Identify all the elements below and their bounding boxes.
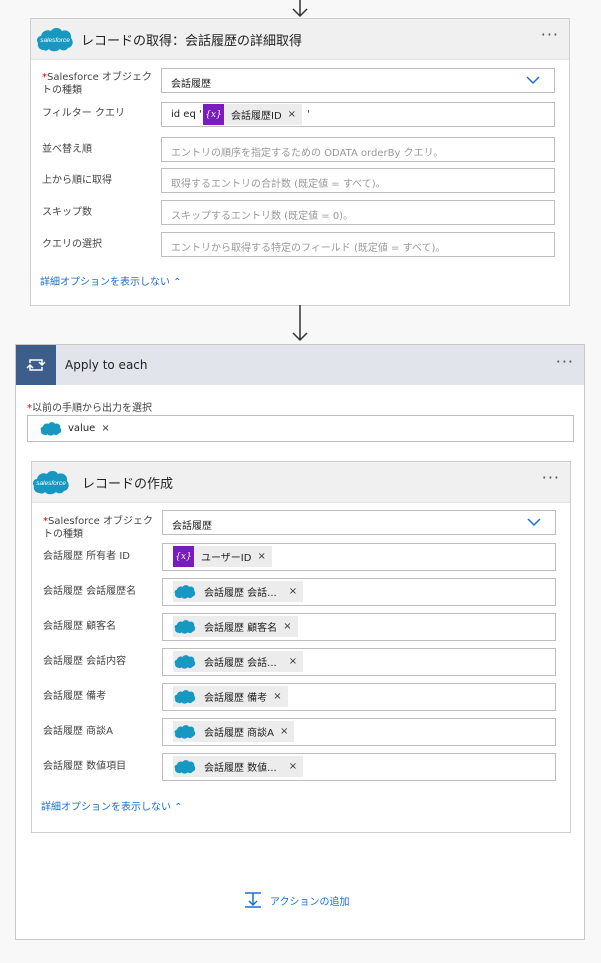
output-select-input[interactable]: value × — [27, 415, 574, 442]
dynamic-content-token[interactable]: {x} ユーザーID × — [173, 546, 272, 567]
loop-icon — [16, 345, 56, 385]
dynamic-content-token[interactable]: 会話履歴 顧客名 × — [173, 616, 298, 637]
apply-to-each-card: Apply to each ··· *以前の手順から出力を選択 value × … — [15, 344, 585, 940]
chevron-down-icon — [526, 76, 540, 85]
get-records-card: salesforce レコードの取得：会話履歴の詳細取得 ··· *Salesf… — [30, 18, 570, 306]
field-label: *以前の手順から出力を選択 — [27, 403, 152, 414]
skip-count-input[interactable]: スキップするエントリ数 (既定値 = 0)。 — [161, 200, 555, 225]
add-action-icon — [245, 892, 261, 908]
order-by-input[interactable]: エントリの順序を指定するための ODATA orderBy クエリ。 — [161, 137, 555, 162]
field-label: 会話履歴 備考 — [43, 691, 107, 702]
remove-token-button[interactable]: × — [277, 761, 303, 772]
variable-icon: {x} — [203, 104, 224, 125]
remove-token-button[interactable]: × — [251, 551, 271, 562]
select-query-input[interactable]: エントリから取得する特定のフィールド (既定値 = すべて)。 — [161, 232, 555, 257]
top-count-input[interactable]: 取得するエントリの合計数 (既定値 = すべて)。 — [161, 168, 555, 193]
create-record-card: salesforce レコードの作成 ··· *Salesforce オブジェク… — [31, 461, 571, 833]
salesforce-icon — [173, 581, 197, 602]
remove-token-button[interactable]: × — [274, 726, 294, 737]
dynamic-content-token[interactable]: 会話履歴 会話... × — [173, 581, 304, 602]
more-options-button[interactable]: ··· — [542, 468, 560, 487]
more-options-button[interactable]: ··· — [556, 352, 574, 371]
dynamic-content-token[interactable]: 会話履歴 商談A × — [173, 721, 295, 742]
hide-advanced-options-link[interactable]: 詳細オプションを表示しない ⌃ — [40, 273, 182, 288]
chevron-down-icon — [527, 518, 541, 527]
more-options-button[interactable]: ··· — [541, 25, 559, 44]
dynamic-content-token[interactable]: 会話履歴 備考 × — [173, 686, 288, 707]
svg-text:salesforce: salesforce — [36, 480, 66, 487]
salesforce-icon — [39, 418, 63, 439]
card-header[interactable]: salesforce レコードの取得：会話履歴の詳細取得 ··· — [31, 19, 569, 60]
object-type-select[interactable]: 会話履歴 — [161, 68, 555, 93]
customer-name-input[interactable]: 会話履歴 顧客名 × — [162, 613, 556, 641]
dynamic-content-token[interactable]: 会話履歴 数値... × — [173, 756, 304, 777]
field-label: 会話履歴 数値項目 — [43, 761, 127, 772]
owner-id-input[interactable]: {x} ユーザーID × — [162, 543, 556, 571]
connector-arrow-icon — [292, 0, 308, 18]
dynamic-content-token[interactable]: {x} 会話履歴ID × — [203, 104, 303, 125]
object-type-select[interactable]: 会話履歴 — [162, 510, 556, 535]
field-label: 会話履歴 所有者 ID — [43, 551, 131, 562]
field-label: 並べ替え順 — [42, 144, 92, 155]
numeric-field-input[interactable]: 会話履歴 数値... × — [162, 753, 556, 781]
card-title: レコードの作成 — [82, 477, 174, 492]
remove-token-button[interactable]: × — [277, 621, 297, 632]
remove-token-button[interactable]: × — [95, 423, 115, 434]
variable-icon: {x} — [173, 546, 194, 567]
dynamic-content-token[interactable]: value × — [39, 418, 116, 439]
add-action-button[interactable]: アクションの追加 — [244, 891, 350, 909]
remove-token-button[interactable]: × — [267, 691, 287, 702]
salesforce-logo-icon: salesforce — [36, 26, 74, 52]
field-label: スキップ数 — [42, 207, 92, 218]
field-label: 会話履歴 会話履歴名 — [43, 586, 137, 597]
hide-advanced-options-link[interactable]: 詳細オプションを表示しない ⌃ — [41, 798, 183, 813]
salesforce-logo-icon: salesforce — [32, 469, 70, 495]
card-header[interactable]: salesforce レコードの作成 ··· — [32, 462, 570, 503]
salesforce-icon — [173, 616, 197, 637]
salesforce-icon — [173, 721, 197, 742]
field-label: 上から順に取得 — [42, 175, 112, 186]
field-label: *Salesforce オブジェクトの種類 — [43, 516, 153, 540]
conversation-content-input[interactable]: 会話履歴 会話... × — [162, 648, 556, 676]
field-label: クエリの選択 — [42, 239, 102, 250]
conversation-name-input[interactable]: 会話履歴 会話... × — [162, 578, 556, 606]
apply-to-each-header[interactable]: Apply to each ··· — [16, 345, 584, 385]
field-label: フィルター クエリ — [42, 108, 125, 119]
remarks-input[interactable]: 会話履歴 備考 × — [162, 683, 556, 711]
card-title: レコードの取得：会話履歴の詳細取得 — [81, 34, 303, 49]
dynamic-content-token[interactable]: 会話履歴 会話... × — [173, 651, 304, 672]
salesforce-icon — [173, 651, 197, 672]
connector-arrow-icon — [292, 305, 308, 342]
field-label: *Salesforce オブジェクトの種類 — [42, 72, 152, 96]
filter-query-input[interactable]: id eq ' {x} 会話履歴ID × ' — [161, 102, 555, 127]
card-title: Apply to each — [65, 358, 148, 372]
remove-token-button[interactable]: × — [277, 586, 303, 597]
salesforce-icon — [173, 686, 197, 707]
remove-token-button[interactable]: × — [282, 109, 302, 120]
field-label: 会話履歴 顧客名 — [43, 621, 117, 632]
deal-a-input[interactable]: 会話履歴 商談A × — [162, 718, 556, 746]
add-action-label: アクションの追加 — [270, 896, 350, 908]
remove-token-button[interactable]: × — [277, 656, 303, 667]
field-label: 会話履歴 会話内容 — [43, 656, 127, 667]
field-label: 会話履歴 商談A — [43, 726, 114, 737]
salesforce-icon — [173, 756, 197, 777]
svg-text:salesforce: salesforce — [40, 37, 70, 44]
